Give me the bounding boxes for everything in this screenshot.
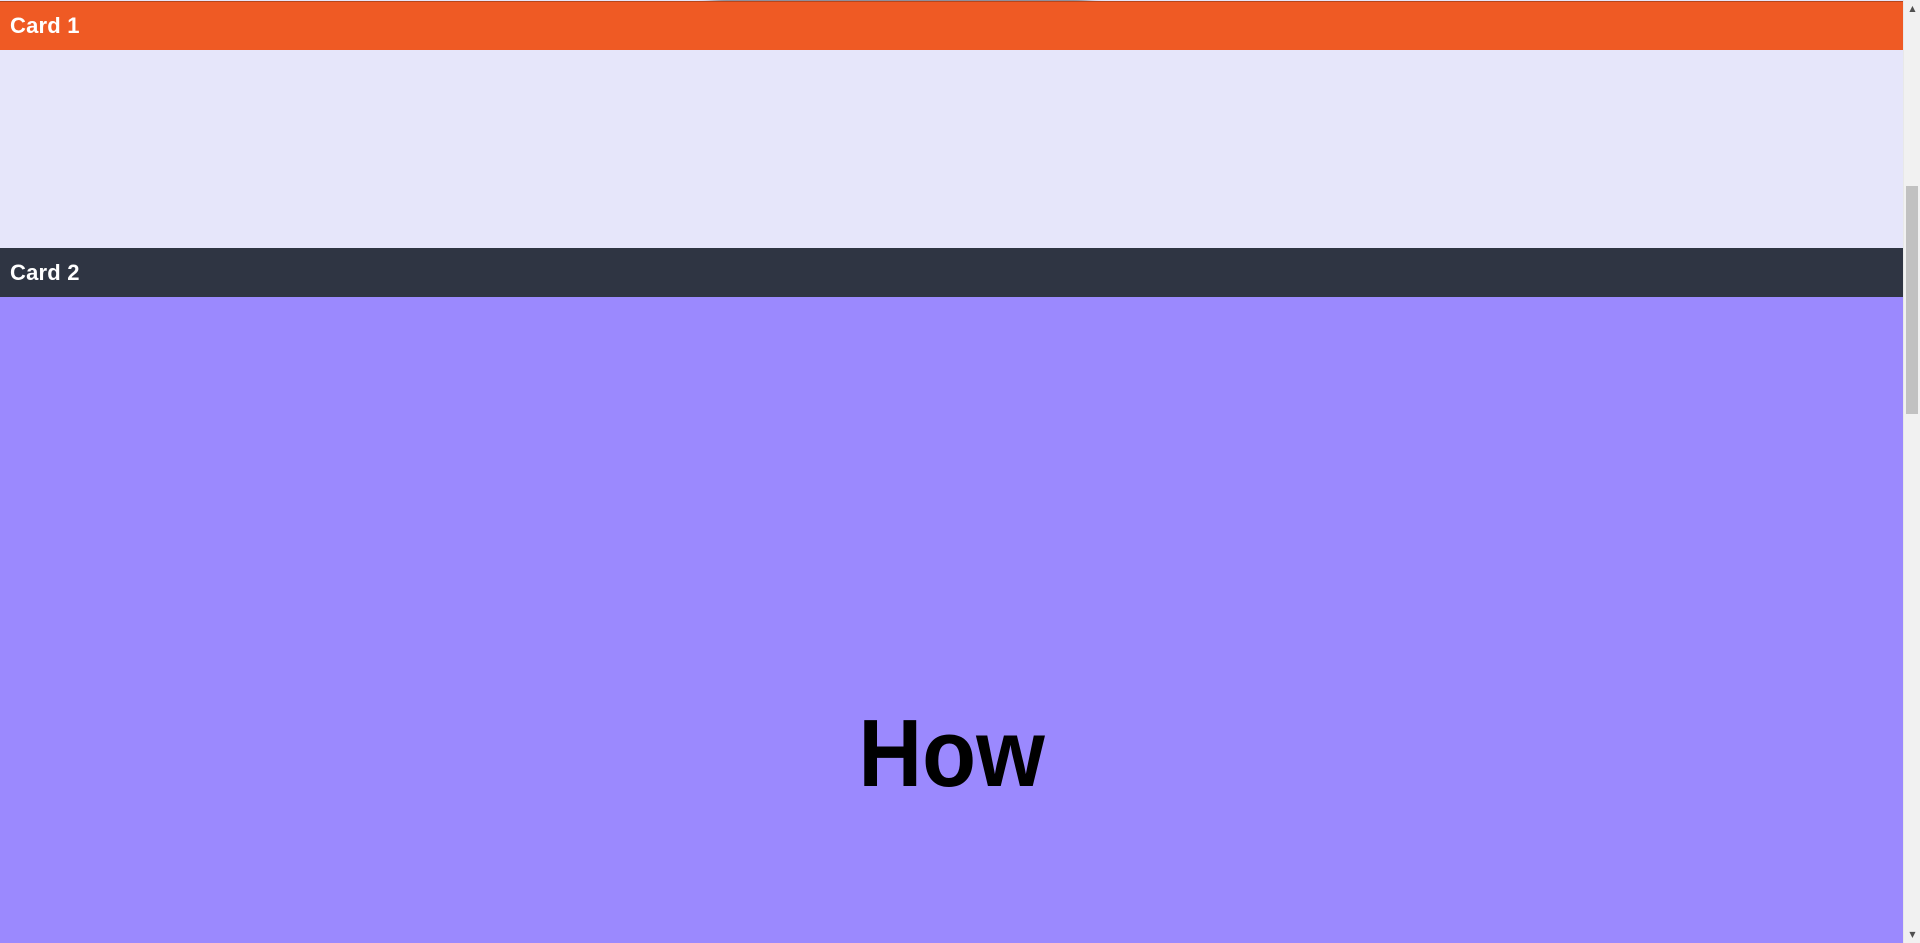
card-1-header: Card 1 [0, 1, 1903, 50]
card-2-body [0, 297, 1903, 943]
card-1-title: Card 1 [10, 13, 80, 38]
scrollbar-thumb[interactable] [1906, 186, 1918, 414]
scroll-up-arrow-icon[interactable]: ▲ [1904, 0, 1920, 17]
vertical-scrollbar[interactable]: ▲ ▼ [1903, 0, 1920, 943]
card-2-title: Card 2 [10, 259, 80, 285]
card-2-headline: How [858, 700, 1045, 807]
card-2-header: Card 2 [0, 248, 1903, 297]
card-1-body [0, 50, 1903, 248]
page: Card 1 Card 2 How [0, 0, 1903, 943]
scroll-down-arrow-icon[interactable]: ▼ [1904, 926, 1920, 943]
